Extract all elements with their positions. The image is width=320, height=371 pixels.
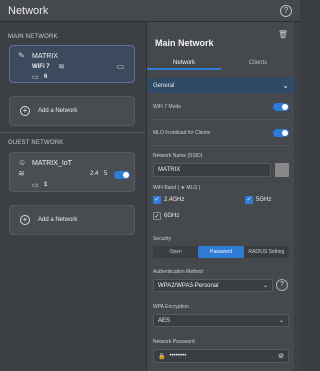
- chevron-down-icon: ⌄: [278, 318, 284, 324]
- devices-icon: ▭: [32, 182, 39, 189]
- devices-icon: ▭: [32, 74, 39, 81]
- general-section-header[interactable]: General ⌄: [147, 78, 295, 93]
- wifi7-mode-row: WiFi 7 Mode: [153, 103, 289, 111]
- mlo-toggle[interactable]: [273, 129, 289, 137]
- band-5-checkbox[interactable]: ✓ 5GHz: [245, 196, 271, 204]
- add-guest-network-button[interactable]: + Add a Network: [9, 205, 135, 235]
- app-window: Network ? MAIN NETWORK ✎ MATRIX WiFi 7 ≋…: [0, 0, 300, 371]
- network-list-panel: MAIN NETWORK ✎ MATRIX WiFi 7 ≋ ▭ ▭ 6 + A…: [0, 22, 145, 371]
- wifi-icon: ≋: [58, 62, 65, 71]
- password-input[interactable]: 🔒 •••••••• ⊘: [153, 349, 289, 363]
- tab-network[interactable]: Network: [147, 56, 221, 70]
- tab-clients[interactable]: Clients: [221, 56, 295, 70]
- main-network-card[interactable]: ✎ MATRIX WiFi 7 ≋ ▭ ▭ 6: [9, 45, 135, 83]
- guest-network-card[interactable]: ☺ MATRIX_IoT ≋ 2.4 5 ▭ 1: [9, 152, 135, 192]
- help-icon[interactable]: ?: [280, 4, 292, 17]
- encryption-value: AES: [158, 317, 171, 324]
- device-count: 6: [44, 74, 48, 80]
- lock-icon: 🔒: [158, 353, 166, 360]
- wifi-band-label: WiFi Band ( ★ MLO ): [153, 185, 201, 191]
- band-5-label: 5GHz: [256, 197, 272, 203]
- guest-network-name: MATRIX_IoT: [32, 160, 72, 167]
- auth-method-label: Authentication Method: [153, 269, 203, 275]
- wifi-icon: ≋: [18, 169, 25, 178]
- network-edit-icon: ✎: [18, 51, 25, 60]
- mlo-label: MLO Frontload for Clients: [153, 130, 211, 136]
- security-open[interactable]: Open: [153, 246, 198, 258]
- wifi7-mode-label: WiFi 7 Mode: [153, 104, 182, 110]
- main-network-heading: MAIN NETWORK: [8, 34, 58, 40]
- password-value: ••••••••: [169, 353, 187, 359]
- chevron-down-icon: ⌄: [262, 283, 268, 289]
- row-divider: [153, 119, 289, 120]
- guest-device-count: 1: [44, 182, 48, 188]
- band-24-checkbox[interactable]: ✓ 2.4GHz: [153, 196, 184, 204]
- ssid-label: Network Name (SSID): [153, 153, 203, 159]
- qr-icon[interactable]: [275, 163, 289, 177]
- encryption-select[interactable]: AES ⌄: [153, 314, 289, 327]
- security-radius[interactable]: RADIUS Setting: [244, 246, 289, 258]
- band-icon: ▭: [116, 62, 124, 71]
- auth-method-select[interactable]: WPA2/WPA3-Personal ⌄: [153, 279, 273, 292]
- general-label: General: [153, 82, 175, 89]
- row-divider: [153, 145, 289, 146]
- guest-network-toggle[interactable]: [114, 171, 130, 179]
- encryption-label: WPA Encryption: [153, 304, 189, 310]
- trash-icon[interactable]: 🗑: [278, 30, 288, 39]
- detail-title: Main Network: [155, 38, 214, 48]
- eye-off-icon[interactable]: ⊘: [278, 352, 284, 360]
- plus-icon: +: [20, 106, 30, 116]
- top-bar: Network ?: [0, 0, 300, 22]
- band-5-badge: 5: [104, 171, 108, 177]
- wifi7-badge: WiFi 7: [32, 64, 50, 70]
- mlo-row: MLO Frontload for Clients: [153, 129, 289, 137]
- help-icon[interactable]: ?: [276, 279, 288, 291]
- section-divider: [0, 132, 145, 133]
- network-detail-panel: 🗑 Main Network Network Clients General ⌄…: [146, 22, 295, 371]
- add-network-label: Add a Network: [38, 108, 78, 114]
- auth-method-value: WPA2/WPA3-Personal: [158, 282, 219, 289]
- password-label: Network Password: [153, 339, 195, 345]
- ssid-input[interactable]: MATRIX: [153, 163, 271, 177]
- plus-icon: +: [20, 215, 30, 225]
- wifi7-mode-toggle[interactable]: [273, 103, 289, 111]
- band-24-badge: 2.4: [90, 171, 99, 177]
- security-password[interactable]: Password: [198, 246, 244, 258]
- add-network-label: Add a Network: [38, 217, 78, 223]
- guest-network-heading: GUEST NETWORK: [8, 140, 64, 146]
- band-6-label: 6GHz: [164, 213, 180, 219]
- add-network-button[interactable]: + Add a Network: [9, 96, 135, 126]
- chevron-down-icon: ⌄: [282, 81, 289, 90]
- band-24-label: 2.4GHz: [164, 197, 185, 203]
- detail-tabs: Network Clients: [147, 56, 295, 70]
- network-name: MATRIX: [32, 53, 58, 60]
- band-6-checkbox[interactable]: ✓ 6GHz: [153, 212, 179, 220]
- security-selector: Open Password RADIUS Setting: [153, 246, 289, 258]
- security-label: Security: [153, 236, 172, 242]
- guest-icon: ☺: [18, 158, 27, 167]
- page-title: Network: [8, 4, 49, 17]
